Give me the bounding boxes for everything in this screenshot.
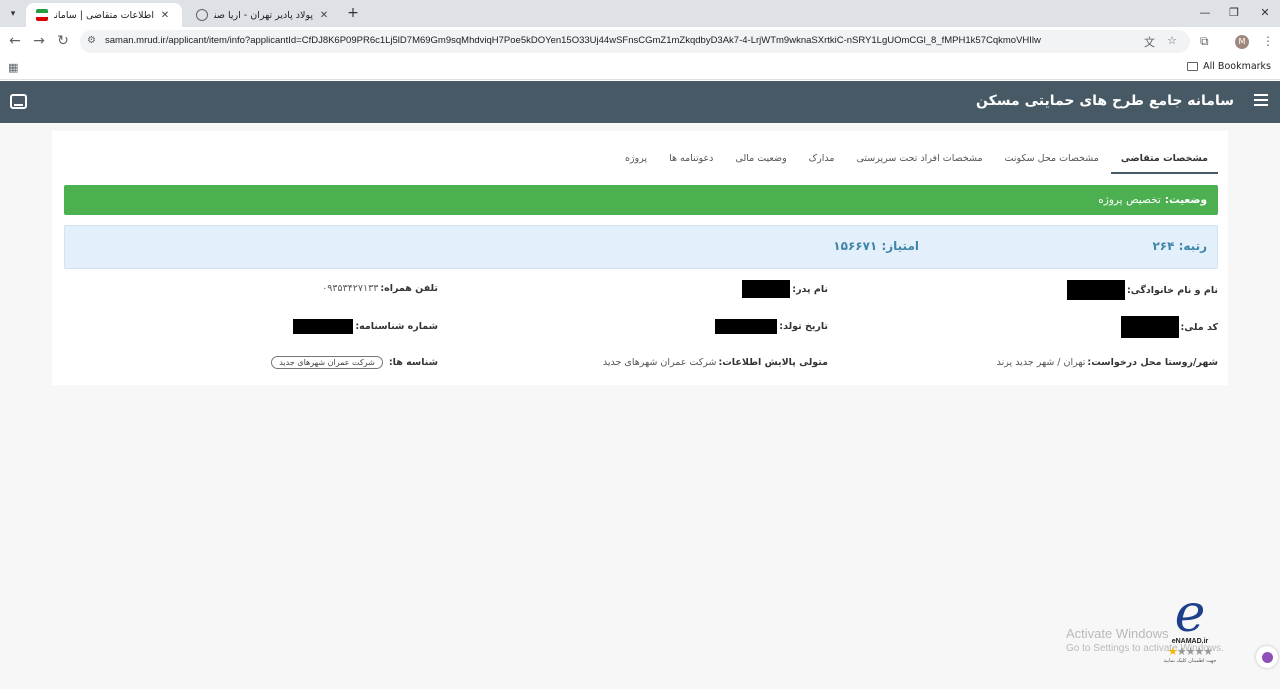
inbox-icon[interactable] (10, 94, 27, 109)
site-info-icon[interactable]: ⚙ (87, 35, 96, 46)
mobile-value: ۰۹۳۵۳۴۲۷۱۳۳ (322, 283, 379, 294)
id-number-label: شماره شناسنامه: (355, 321, 438, 332)
tab-close-icon[interactable]: ✕ (317, 10, 331, 21)
tab-project[interactable]: پروژه (615, 143, 657, 174)
window-close-icon[interactable]: ✕ (1256, 6, 1274, 19)
father-name-field: نام پدر: (742, 280, 828, 298)
redacted-value (742, 280, 791, 298)
enamad-badge[interactable]: e eNAMAD.ir ★★★★★ جهت اطمینان کلیک نمایی… (1150, 584, 1230, 670)
father-name-label: نام پدر: (792, 283, 828, 295)
address-bar[interactable]: ⚙ saman.mrud.ir/applicant/item/info?appl… (80, 30, 1190, 53)
minimize-icon[interactable]: — (1196, 6, 1214, 19)
restore-icon[interactable]: ❐ (1225, 6, 1243, 19)
identifiers-label: شناسه ها: (388, 357, 438, 368)
status-value: تخصیص پروژه (1098, 194, 1161, 206)
browser-tabstrip: ▾ اطلاعات متقاضی | سامانه جامع ط ✕ پولاد… (0, 0, 1280, 27)
birth-date-label: تاریخ تولد: (779, 321, 828, 332)
menu-icon[interactable] (1254, 94, 1268, 106)
data-refiner-value: شرکت عمران شهرهای جدید (602, 357, 717, 368)
browser-tab-inactive[interactable]: پولاد پادیر تهران - آریا صنعت ✕ (186, 3, 341, 27)
applicant-tabs: مشخصات متقاضی مشخصات محل سکونت مشخصات اف… (613, 143, 1218, 174)
tab-search-icon[interactable]: ▾ (5, 6, 21, 22)
tab-title: اطلاعات متقاضی | سامانه جامع ط (54, 9, 154, 21)
enamad-subtitle: جهت اطمینان کلیک نمایید (1163, 658, 1217, 664)
birth-date-field: تاریخ تولد: (715, 319, 828, 334)
mobile-field: تلفن همراه: ۰۹۳۵۳۴۲۷۱۳۳ (322, 283, 438, 294)
profile-avatar[interactable]: M (1235, 35, 1249, 49)
ranking-panel: رتبه: ۲۶۴ امتیاز: ۱۵۶۶۷۱ (64, 225, 1218, 269)
enamad-logo-icon: e (1174, 584, 1206, 644)
city-label: شهر/روستا محل درخواست: (1087, 357, 1218, 368)
tab-applicant-info[interactable]: مشخصات متقاضی (1110, 143, 1218, 174)
redacted-value (1120, 316, 1179, 338)
reload-icon[interactable]: ↻ (54, 33, 72, 49)
globe-icon (196, 9, 208, 21)
redacted-value (293, 319, 354, 334)
tab-residence-info[interactable]: مشخصات محل سکونت (995, 143, 1109, 174)
score: امتیاز: ۱۵۶۶۷۱ (833, 239, 919, 253)
translate-icon[interactable]: 文 (1144, 34, 1155, 50)
national-code-field: کد ملی: (1120, 316, 1219, 338)
mobile-label: تلفن همراه: (380, 283, 438, 294)
full-name-label: نام و نام خانوادگی: (1126, 284, 1218, 296)
extensions-icon[interactable]: ⧉ (1200, 34, 1209, 49)
iran-flag-icon (36, 9, 48, 21)
tab-close-icon[interactable]: ✕ (158, 10, 172, 21)
rank: رتبه: ۲۶۴ (1152, 239, 1207, 253)
redacted-value (715, 319, 778, 334)
browser-menu-icon[interactable]: ⋮ (1262, 34, 1274, 48)
bookmark-star-icon[interactable]: ☆ (1167, 34, 1177, 47)
app-title: سامانه جامع طرح های حمایتی مسکن (976, 93, 1234, 109)
status-banner: وضعیت: تخصیص پروژه (64, 185, 1218, 215)
data-refiner-field: متولی پالایش اطلاعات: شرکت عمران شهرهای … (603, 357, 828, 368)
new-tab-button[interactable]: + (345, 5, 361, 21)
url-text[interactable]: saman.mrud.ir/applicant/item/info?applic… (105, 35, 1115, 46)
all-bookmarks-label: All Bookmarks (1203, 61, 1271, 72)
full-name-field: نام و نام خانوادگی: (1066, 280, 1218, 300)
redacted-value (1066, 280, 1125, 300)
bookmarks-bar: ▦ All Bookmarks (0, 56, 1280, 80)
apps-grid-icon[interactable]: ▦ (8, 61, 18, 74)
rank-value: ۲۶۴ (1152, 239, 1175, 253)
identifiers-field: شناسه ها: شرکت عمران شهرهای جدید (271, 356, 438, 369)
enamad-stars-icon: ★★★★★ (1167, 645, 1213, 658)
forward-icon[interactable]: → (30, 33, 48, 49)
applicant-card: مشخصات متقاضی مشخصات محل سکونت مشخصات اف… (52, 131, 1228, 385)
national-code-label: کد ملی: (1180, 321, 1219, 333)
app-header: سامانه جامع طرح های حمایتی مسکن (0, 81, 1280, 123)
score-label: امتیاز: (881, 239, 919, 253)
enamad-name: eNAMAD.ir (1171, 638, 1209, 645)
rank-label: رتبه: (1178, 239, 1207, 253)
score-value: ۱۵۶۶۷۱ (833, 239, 878, 253)
tab-financial-status[interactable]: وضعیت مالی (725, 143, 796, 174)
folder-icon (1187, 62, 1199, 71)
browser-tab-active[interactable]: اطلاعات متقاضی | سامانه جامع ط ✕ (26, 3, 182, 27)
tab-invitations[interactable]: دعوتنامه ها (659, 143, 723, 174)
tab-documents[interactable]: مدارک (799, 143, 845, 174)
data-refiner-label: متولی پالایش اطلاعات: (718, 357, 828, 368)
status-label: وضعیت: (1164, 194, 1207, 206)
chat-widget-icon[interactable] (1256, 646, 1278, 668)
tab-dependents[interactable]: مشخصات افراد تحت سرپرستی (846, 143, 992, 174)
browser-toolbar: ← → ↻ ⚙ saman.mrud.ir/applicant/item/inf… (0, 27, 1280, 56)
id-number-field: شماره شناسنامه: (293, 319, 438, 334)
city-field: شهر/روستا محل درخواست: تهران / شهر جدید … (997, 357, 1218, 368)
back-icon[interactable]: ← (6, 33, 24, 49)
identifier-chip: شرکت عمران شهرهای جدید (271, 356, 383, 369)
city-value: تهران / شهر جدید پرند (996, 357, 1086, 368)
tab-title: پولاد پادیر تهران - آریا صنعت (214, 9, 313, 21)
all-bookmarks-button[interactable]: All Bookmarks (1187, 61, 1271, 72)
